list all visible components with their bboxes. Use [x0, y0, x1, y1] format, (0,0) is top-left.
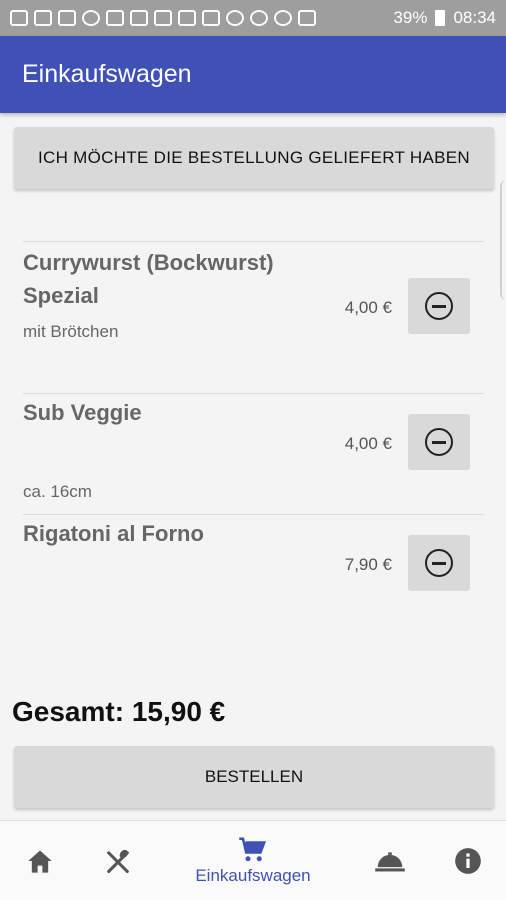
mail-icon: [154, 10, 172, 26]
page-title: Einkaufswagen: [22, 60, 192, 88]
battery-icon: [435, 10, 446, 26]
minus-circle-icon: [425, 428, 453, 456]
p-app-icon: [226, 10, 244, 26]
clock: 08:34: [453, 8, 496, 27]
nyt-icon: [250, 10, 268, 26]
nav-delivery[interactable]: [372, 821, 408, 900]
item-description: mit Brötchen: [23, 322, 119, 341]
scroll-indicator: [500, 180, 506, 300]
app-bar: Einkaufswagen: [0, 36, 506, 113]
nav-home[interactable]: [22, 821, 58, 900]
item-name: Currywurst (Bockwurst) Spezial: [23, 250, 274, 308]
swipe-icon: [106, 10, 124, 26]
nav-cart-label: Einkaufswagen: [195, 866, 311, 885]
chat-icon: [34, 10, 52, 26]
item-price: 7,90 €: [344, 555, 392, 574]
notification-icons: [10, 10, 393, 26]
fitness-icon: [82, 10, 100, 26]
info-icon: [455, 848, 481, 874]
order-button[interactable]: BESTELLEN: [14, 746, 494, 808]
remove-item-button[interactable]: [408, 535, 470, 591]
item-price: 4,00 €: [344, 434, 392, 453]
minus-circle-icon: [425, 549, 453, 577]
nav-cart[interactable]: Einkaufswagen: [183, 821, 323, 900]
message-icon: [10, 10, 28, 26]
nav-info[interactable]: [450, 821, 486, 900]
item-price: 4,00 €: [344, 298, 392, 317]
status-bar: 39% 08:34: [0, 0, 506, 36]
cart-icon: [239, 837, 267, 862]
cart-item: Sub Veggie 4,00 € ca. 16cm: [23, 393, 484, 514]
office-icon: [202, 10, 220, 26]
news-icon: [58, 10, 76, 26]
item-description: ca. 16cm: [23, 482, 92, 501]
order-total: Gesamt: 15,90 €: [12, 696, 226, 727]
nav-menu[interactable]: [100, 821, 136, 900]
item-name: Sub Veggie: [23, 400, 142, 425]
gallery-icon: [130, 10, 148, 26]
bottom-navigation: Einkaufswagen: [0, 820, 506, 900]
signal-icon: [298, 10, 316, 26]
delivery-button[interactable]: ICH MÖCHTE DIE BESTELLUNG GELIEFERT HABE…: [14, 127, 494, 189]
cutlery-icon: [107, 849, 129, 874]
cart-item: Currywurst (Bockwurst) Spezial 4,00 € mi…: [23, 241, 484, 393]
bluetooth-icon: [274, 10, 292, 26]
home-icon: [28, 850, 52, 873]
remove-item-button[interactable]: [408, 414, 470, 470]
minus-circle-icon: [425, 292, 453, 320]
battery-percent: 39%: [393, 8, 428, 27]
clipboard-icon: [178, 10, 196, 26]
cart-item: Rigatoni al Forno 7,90 €: [23, 514, 484, 624]
cloche-icon: [375, 852, 405, 872]
item-name: Rigatoni al Forno: [23, 521, 204, 546]
remove-item-button[interactable]: [408, 278, 470, 334]
